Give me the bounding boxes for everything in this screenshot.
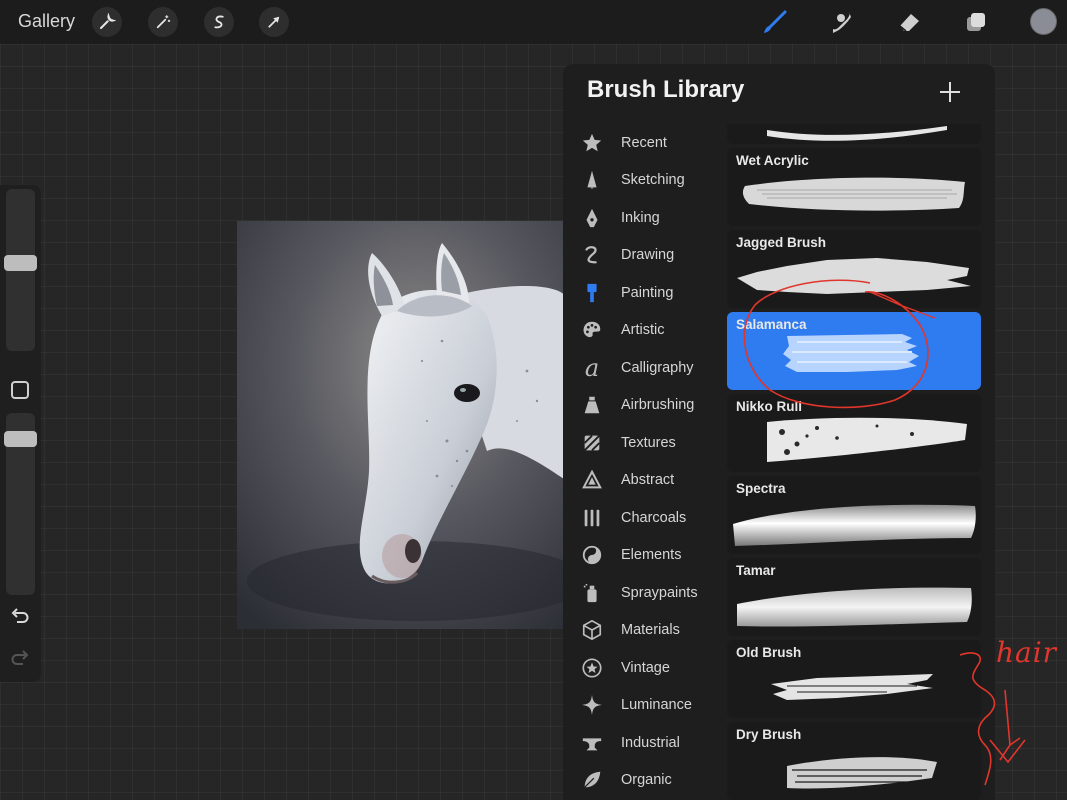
airbrush-icon xyxy=(580,393,604,417)
transform-arrow-icon[interactable] xyxy=(259,7,289,37)
redo-icon[interactable] xyxy=(9,647,31,669)
handwritten-note-hair: hair xyxy=(996,636,1058,669)
texture-icon xyxy=(580,431,604,455)
brush-stroke-preview xyxy=(737,587,972,627)
brush-item-old-brush[interactable]: Old Brush xyxy=(727,640,981,718)
brush-opacity-thumb[interactable] xyxy=(4,431,37,447)
brush-item-jagged-brush[interactable]: Jagged Brush xyxy=(727,230,981,308)
category-organic[interactable]: Organic xyxy=(563,763,723,797)
brush-stroke-preview xyxy=(771,674,933,700)
brush-item-tamar[interactable]: Tamar xyxy=(727,558,981,636)
modify-button[interactable] xyxy=(11,381,29,399)
spray-can-icon xyxy=(580,581,604,605)
category-drawing[interactable]: Drawing xyxy=(563,238,723,272)
category-calligraphy[interactable]: a Calligraphy xyxy=(563,351,723,385)
smudge-icon[interactable] xyxy=(826,6,858,38)
brush-stroke-preview xyxy=(737,258,971,294)
yin-yang-icon xyxy=(580,543,604,567)
canvas-artwork[interactable] xyxy=(237,221,564,629)
category-sketching[interactable]: Sketching xyxy=(563,163,723,197)
leaf-icon xyxy=(580,768,604,792)
category-inking[interactable]: Inking xyxy=(563,201,723,235)
pen-nib-icon xyxy=(580,206,604,230)
anvil-icon xyxy=(580,731,604,755)
category-luminance[interactable]: Luminance xyxy=(563,688,723,722)
add-brush-plus-icon[interactable] xyxy=(937,79,963,105)
layers-icon[interactable] xyxy=(960,6,992,38)
wrench-icon[interactable] xyxy=(92,7,122,37)
gallery-button[interactable]: Gallery xyxy=(18,11,75,32)
vintage-star-icon xyxy=(580,656,604,680)
brush-item-wet-acrylic[interactable]: Wet Acrylic xyxy=(727,148,981,226)
brush-stroke-preview xyxy=(767,417,967,462)
category-charcoals[interactable]: Charcoals xyxy=(563,501,723,535)
color-picker-button[interactable] xyxy=(1030,8,1057,35)
triangle-icon xyxy=(580,468,604,492)
eraser-icon[interactable] xyxy=(893,6,925,38)
squiggle-icon xyxy=(580,243,604,267)
category-elements[interactable]: Elements xyxy=(563,538,723,572)
brush-item-dry-brush[interactable]: Dry Brush xyxy=(727,722,981,800)
cube-icon xyxy=(580,618,604,642)
brush-library-panel: Brush Library Recent Sketching Inking Dr… xyxy=(563,64,995,800)
brush-stroke-preview xyxy=(767,126,947,141)
brush-item-spectra[interactable]: Spectra xyxy=(727,476,981,554)
panel-title: Brush Library xyxy=(587,76,745,103)
brush-item-salamanca[interactable]: Salamanca xyxy=(727,312,981,390)
pencil-tip-icon xyxy=(580,168,604,192)
brush-stroke-preview xyxy=(733,504,976,546)
sparkle-icon xyxy=(580,693,604,717)
category-abstract[interactable]: Abstract xyxy=(563,463,723,497)
palette-icon xyxy=(580,318,604,342)
left-sidebar xyxy=(0,185,41,682)
brush-item-nikko-rull[interactable]: Nikko Rull xyxy=(727,394,981,472)
charcoal-icon xyxy=(580,506,604,530)
brush-size-thumb[interactable] xyxy=(4,254,37,271)
horse-painting xyxy=(237,221,564,629)
magic-wand-icon[interactable] xyxy=(148,7,178,37)
category-artistic[interactable]: Artistic xyxy=(563,313,723,347)
category-materials[interactable]: Materials xyxy=(563,613,723,647)
category-spraypaints[interactable]: Spraypaints xyxy=(563,576,723,610)
brush-item[interactable] xyxy=(727,124,981,144)
calligraphy-a-icon: a xyxy=(584,354,600,382)
brush-stroke-preview xyxy=(787,757,937,789)
brush-icon[interactable] xyxy=(759,6,791,38)
brush-stroke-preview xyxy=(783,334,919,372)
category-industrial[interactable]: Industrial xyxy=(563,726,723,760)
category-recent[interactable]: Recent xyxy=(563,126,723,160)
category-airbrushing[interactable]: Airbrushing xyxy=(563,388,723,422)
top-toolbar: Gallery xyxy=(0,0,1067,44)
selection-icon[interactable] xyxy=(204,7,234,37)
brush-list: Wet Acrylic Jagged Brush Salamanca Nikko… xyxy=(727,124,981,800)
category-vintage[interactable]: Vintage xyxy=(563,651,723,685)
brush-stroke-preview xyxy=(742,177,965,211)
category-textures[interactable]: Textures xyxy=(563,426,723,460)
category-painting[interactable]: Painting xyxy=(563,276,723,310)
undo-icon[interactable] xyxy=(9,605,31,627)
star-icon xyxy=(580,131,604,155)
paint-brush-icon xyxy=(580,281,604,305)
